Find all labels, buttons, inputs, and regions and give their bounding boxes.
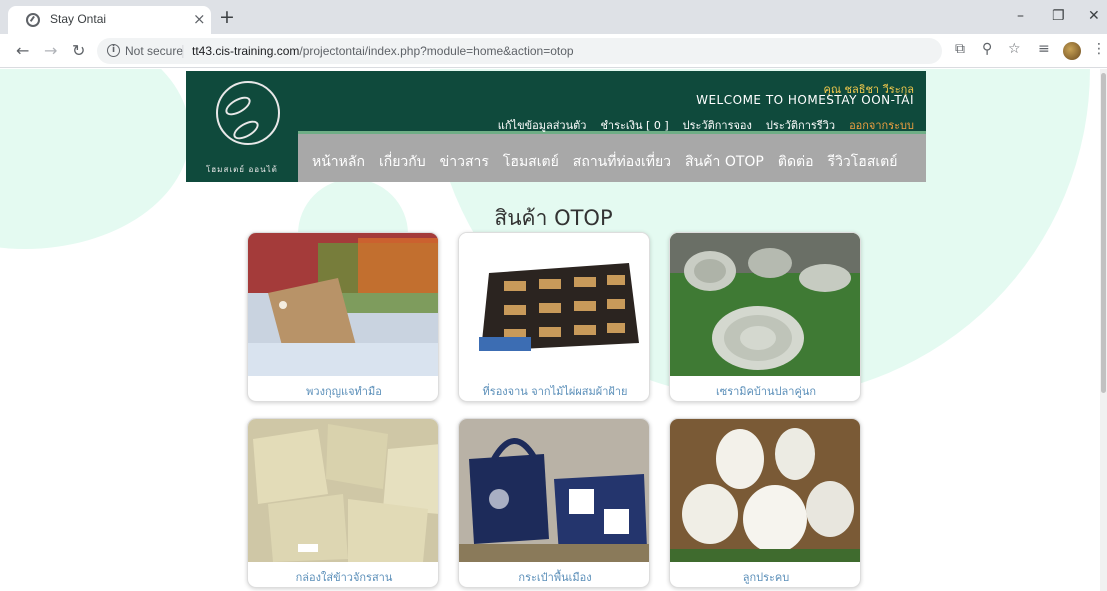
back-arrow-icon[interactable]: ← <box>16 41 29 60</box>
nav-news[interactable]: ข่าวสาร <box>440 151 489 173</box>
product-card[interactable]: ลูกประคบ <box>669 418 861 588</box>
browser-tab-bar: Stay Ontai × + – ❐ ✕ <box>0 0 1107 34</box>
bookmark-star-icon[interactable]: ☆ <box>1008 41 1021 57</box>
more-menu-icon[interactable]: ⋮ <box>1092 41 1106 57</box>
site-logo[interactable]: โฮมสเตย์ ออนไต้ <box>186 71 298 182</box>
product-label: กระเป๋าพื้นเมือง <box>518 571 592 584</box>
web-page: โฮมสเตย์ ออนไต้ คุณ ชลธิชา วีระกุล WELCO… <box>0 69 1100 591</box>
product-label: พวงกุญแจทำมือ <box>306 385 382 398</box>
product-image <box>459 419 649 562</box>
tab-title: Stay Ontai <box>50 12 107 26</box>
scrollbar-thumb[interactable] <box>1101 73 1106 393</box>
main-nav: หน้าหลัก เกี่ยวกับ ข่าวสาร โฮมสเตย์ สถาน… <box>312 151 897 173</box>
nav-otop[interactable]: สินค้า OTOP <box>685 151 764 173</box>
reload-icon[interactable]: ↻ <box>72 41 85 60</box>
product-card[interactable]: เซรามิคบ้านปลาคู่นก <box>669 232 861 402</box>
logo-text: โฮมสเตย์ ออนไต้ <box>206 165 278 174</box>
tab-close-icon[interactable]: × <box>193 10 206 28</box>
forward-arrow-icon[interactable]: → <box>44 41 57 60</box>
user-links: แก้ไขข้อมูลส่วนตัว ชำระเงิน [ 0 ] ประวัต… <box>498 116 914 134</box>
restore-icon[interactable]: ❐ <box>1052 8 1065 24</box>
nav-home[interactable]: หน้าหลัก <box>312 151 365 173</box>
product-card[interactable]: ที่รองจาน จากไม้ไผ่ผสมผ้าฝ้าย <box>458 232 650 402</box>
reading-list-icon[interactable]: ≡ <box>1038 41 1050 57</box>
site-header: โฮมสเตย์ ออนไต้ คุณ ชลธิชา วีระกุล WELCO… <box>186 71 926 182</box>
welcome-text: WELCOME TO HOMESTAY OON-TAI <box>696 93 914 107</box>
nav-homestay[interactable]: โฮมสเตย์ <box>503 151 559 173</box>
product-label: ลูกประคบ <box>742 571 790 584</box>
logout-link[interactable]: ออกจากระบบ <box>849 116 914 134</box>
product-card[interactable]: พวงกุญแจทำมือ <box>247 232 439 402</box>
product-image <box>248 233 438 376</box>
info-icon[interactable]: i <box>107 44 120 57</box>
address-bar[interactable]: i Not secure | tt43.cis-training.com/pro… <box>97 38 942 64</box>
minimize-icon[interactable]: – <box>1017 8 1024 24</box>
product-label: กล่องใส่ข้าวจักรสาน <box>295 571 393 584</box>
globe-icon <box>26 13 40 27</box>
review-history-link[interactable]: ประวัติการรีวิว <box>766 116 835 134</box>
product-image <box>248 419 438 562</box>
edit-profile-link[interactable]: แก้ไขข้อมูลส่วนตัว <box>498 116 587 134</box>
product-image <box>670 233 860 376</box>
url-text[interactable]: tt43.cis-training.com/projectontai/index… <box>192 44 574 58</box>
translate-icon[interactable]: ⧉ <box>955 41 965 57</box>
page-scrollbar[interactable] <box>1100 69 1107 591</box>
new-tab-button[interactable]: + <box>219 6 235 28</box>
product-image <box>670 419 860 562</box>
nav-reviews[interactable]: รีวิวโฮสเตย์ <box>828 151 898 173</box>
window-close-icon[interactable]: ✕ <box>1088 8 1100 24</box>
not-secure-label: Not secure <box>125 44 184 58</box>
payment-link[interactable]: ชำระเงิน [ 0 ] <box>600 116 668 134</box>
nav-attractions[interactable]: สถานที่ท่องเที่ยว <box>573 151 671 173</box>
product-card[interactable]: กล่องใส่ข้าวจักรสาน <box>247 418 439 588</box>
browser-toolbar: ← → ↻ i Not secure | tt43.cis-training.c… <box>0 34 1107 68</box>
product-label: ที่รองจาน จากไม้ไผ่ผสมผ้าฝ้าย <box>482 385 628 398</box>
url-separator: | <box>181 42 185 58</box>
product-label: เซรามิคบ้านปลาคู่นก <box>715 385 817 398</box>
browser-tab[interactable]: Stay Ontai × <box>8 6 211 34</box>
profile-avatar[interactable] <box>1063 42 1081 60</box>
zoom-icon[interactable]: ⚲ <box>982 41 992 57</box>
product-card[interactable]: กระเป๋าพื้นเมือง <box>458 418 650 588</box>
page-title: สินค้า OTOP <box>494 206 613 230</box>
booking-history-link[interactable]: ประวัติการจอง <box>683 116 752 134</box>
nav-about[interactable]: เกี่ยวกับ <box>379 151 426 173</box>
product-image <box>459 233 649 376</box>
nav-contact[interactable]: ติดต่อ <box>778 151 814 173</box>
